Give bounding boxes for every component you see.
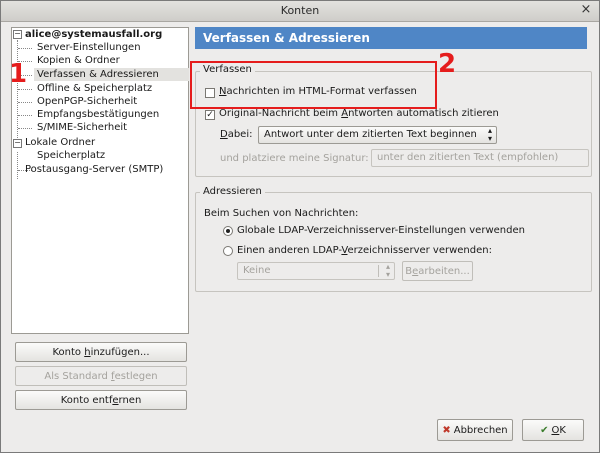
addressing-group-title: Adressieren: [200, 186, 265, 197]
tree-item-disk-space[interactable]: Speicherplatz: [37, 149, 105, 162]
tree-guide: [17, 40, 18, 146]
accounts-dialog: Konten × − alice@systemausfall.org Serve…: [0, 0, 600, 453]
select-value: Keine: [243, 265, 271, 276]
auto-quote-checkbox[interactable]: ✓: [205, 110, 215, 120]
tree-item-offline[interactable]: Offline & Speicherplatz: [37, 82, 152, 95]
button-label: estlegen: [114, 371, 158, 382]
ldap-server-select[interactable]: Keine ▴ ▾: [237, 262, 395, 280]
check-icon: ✔: [540, 425, 549, 436]
tree-guide: [18, 115, 32, 116]
select-separator: [378, 265, 379, 277]
tree-guide: [18, 89, 32, 90]
annotation-number-2: 2: [438, 49, 457, 79]
button-label: Konto: [52, 347, 85, 358]
cancel-button[interactable]: ✖ Abbrechen: [437, 419, 513, 441]
updown-icon: ▴ ▾: [385, 262, 390, 279]
button-label: Als Standard: [44, 371, 112, 382]
updown-icon: ▴ ▾: [487, 126, 492, 143]
then-label: Dabei:: [220, 129, 252, 140]
button-label: Abbrechen: [453, 425, 508, 436]
account-tree[interactable]: − alice@systemausfall.org Server-Einstel…: [11, 27, 189, 334]
reply-position-select[interactable]: Antwort unter dem zitierten Text beginne…: [258, 126, 497, 144]
title-bar: Konten ×: [1, 1, 599, 22]
tree-guide: [18, 48, 32, 49]
button-label: Konto entf: [60, 395, 113, 406]
button-label: K: [559, 425, 566, 436]
radio-dot: [226, 229, 230, 233]
tree-item-receipts[interactable]: Empfangsbestätigungen: [37, 108, 159, 121]
collapse-icon[interactable]: −: [13, 139, 22, 148]
edit-directories-button[interactable]: Bearbeiten...: [402, 261, 473, 281]
tree-item-local-folders[interactable]: Lokale Ordner: [25, 136, 95, 149]
set-default-button[interactable]: Als Standard festlegen: [15, 366, 187, 386]
button-label: inzufügen...: [90, 347, 150, 358]
tree-item-composition[interactable]: Verfassen & Adressieren: [34, 68, 189, 81]
annotation-highlight-box: [190, 61, 437, 109]
page-title: Verfassen & Adressieren: [195, 27, 587, 49]
add-account-button[interactable]: Konto hinzufügen...: [15, 342, 187, 362]
cancel-icon: ✖: [442, 425, 451, 436]
button-label: rnen: [118, 395, 142, 406]
auto-quote-label[interactable]: Original-Nachricht beim Antworten automa…: [219, 108, 499, 119]
tree-item-smime[interactable]: S/MIME-Sicherheit: [37, 121, 127, 134]
tree-item-copies-folders[interactable]: Kopien & Ordner: [37, 54, 120, 67]
label-text: abei:: [227, 129, 253, 140]
ok-button[interactable]: ✔ OK: [522, 419, 584, 441]
global-ldap-label[interactable]: Globale LDAP-Verzeichnisserver-Einstellu…: [237, 225, 525, 236]
close-icon[interactable]: ×: [579, 3, 593, 17]
label-text: Original-Nachricht beim: [219, 108, 342, 119]
tree-item-account[interactable]: alice@systemausfall.org: [25, 28, 162, 41]
label-text: ntworten automatisch zitieren: [348, 108, 499, 119]
signature-label: und platziere meine Signatur:: [220, 153, 369, 164]
button-label: arbeiten...: [418, 266, 470, 277]
remove-account-button[interactable]: Konto entfernen: [15, 390, 187, 410]
other-ldap-radio[interactable]: [223, 246, 233, 256]
tree-guide: [18, 102, 32, 103]
tree-guide: [17, 152, 18, 179]
tree-item-smtp[interactable]: Postausgang-Server (SMTP): [25, 163, 163, 176]
select-value: unter den zitierten Text (empfohlen): [377, 152, 559, 163]
tree-item-server-settings[interactable]: Server-Einstellungen: [37, 41, 141, 54]
global-ldap-radio[interactable]: [223, 226, 233, 236]
tree-guide: [18, 128, 32, 129]
tree-item-openpgp[interactable]: OpenPGP-Sicherheit: [37, 95, 137, 108]
collapse-icon[interactable]: −: [13, 30, 22, 39]
annotation-number-1: 1: [9, 59, 28, 89]
other-ldap-label[interactable]: Einen anderen LDAP-Verzeichnisserver ver…: [237, 245, 492, 256]
mnemonic: D: [220, 129, 228, 140]
window-title: Konten: [280, 4, 320, 17]
label-text: erzeichnisserver verwenden:: [347, 245, 492, 256]
when-searching-label: Beim Suchen von Nachrichten:: [204, 208, 359, 219]
label-text: Einen anderen LDAP-: [237, 245, 342, 256]
select-value: Antwort unter dem zitierten Text beginne…: [264, 129, 477, 140]
signature-position-select[interactable]: unter den zitierten Text (empfohlen): [371, 149, 589, 167]
